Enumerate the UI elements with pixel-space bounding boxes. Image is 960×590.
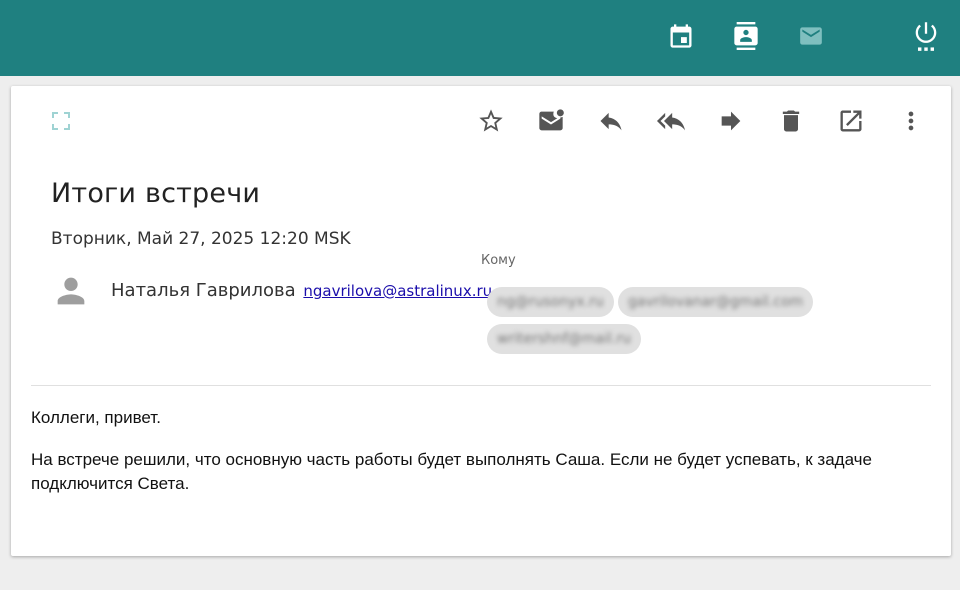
star-icon[interactable] [476, 106, 506, 136]
open-external-icon[interactable] [836, 106, 866, 136]
mark-unread-icon[interactable] [536, 106, 566, 136]
recipient-address: gavrilovanar@gmail.com [628, 294, 804, 310]
power-icon[interactable] [911, 20, 941, 52]
message-subject: Итоги встречи [51, 178, 261, 209]
sender: Наталья Гаврилова ngavrilova@astralinux.… [111, 280, 492, 301]
recipient-chip[interactable]: gavrilovanar@gmail.com [618, 287, 814, 317]
reply-icon[interactable] [596, 106, 626, 136]
to-label: Кому [481, 253, 516, 268]
mail-icon[interactable] [796, 20, 826, 52]
fullscreen-icon[interactable] [46, 106, 76, 136]
contacts-icon[interactable] [731, 20, 761, 52]
message-body-paragraph: Коллеги, привет. [31, 408, 161, 427]
message-date: Вторник, Май 27, 2025 12:20 MSK [51, 229, 351, 249]
reply-all-icon[interactable] [656, 106, 686, 136]
recipient-address: writershnf@mail.ru [497, 331, 631, 347]
recipient-chip[interactable]: writershnf@mail.ru [487, 324, 641, 354]
avatar [51, 271, 91, 311]
message-body-paragraph: На встрече решили, что основную часть ра… [31, 450, 872, 493]
sender-email-link[interactable]: ngavrilova@astralinux.ru [303, 282, 492, 300]
recipient-chip[interactable]: ng@rusonyx.ru [487, 287, 614, 317]
calendar-icon[interactable] [666, 20, 696, 52]
divider [31, 385, 931, 386]
delete-icon[interactable] [776, 106, 806, 136]
more-vert-icon[interactable] [896, 106, 926, 136]
top-app-bar [0, 0, 960, 76]
message-card: Итоги встречи Вторник, Май 27, 2025 12:2… [11, 86, 951, 556]
forward-icon[interactable] [716, 106, 746, 136]
recipient-address: ng@rusonyx.ru [497, 294, 604, 310]
sender-name: Наталья Гаврилова [111, 280, 296, 301]
